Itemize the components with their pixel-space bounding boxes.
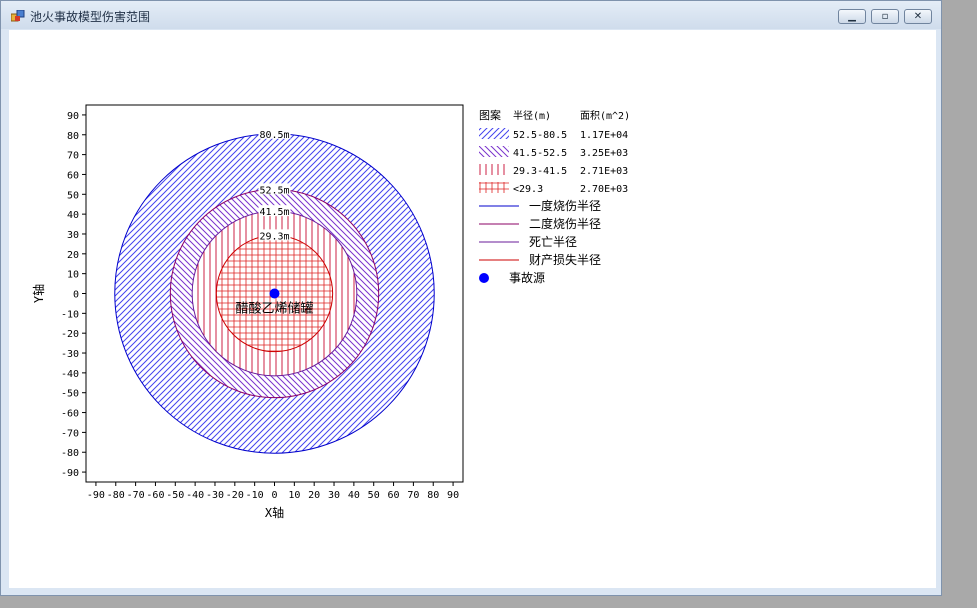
y-tick-label-5: 40	[67, 210, 79, 221]
x-tick-label-9: 0	[271, 490, 277, 501]
radius-label-1: 52.5m	[259, 185, 289, 196]
legend-area-3: 2.70E+03	[580, 184, 628, 195]
legend-swatch-2	[479, 164, 509, 175]
y-tick-label-3: 60	[67, 170, 79, 181]
x-tick-label-17: 80	[427, 490, 439, 501]
x-tick-label-14: 50	[368, 490, 380, 501]
radius-label-0: 80.5m	[259, 130, 289, 141]
close-button[interactable]: ✕	[904, 9, 932, 24]
title-bar[interactable]: 池火事故模型伤害范围 ▁ ▫ ✕	[1, 1, 941, 29]
x-tick-label-15: 60	[388, 490, 400, 501]
x-tick-label-1: -80	[107, 490, 125, 501]
x-tick-label-13: 40	[348, 490, 360, 501]
y-tick-label-14: -50	[61, 389, 79, 400]
legend-header-pattern: 图案	[479, 108, 501, 122]
legend-swatch-0	[479, 128, 509, 139]
app-icon	[11, 10, 25, 22]
x-tick-label-4: -50	[166, 490, 184, 501]
y-axis-title: Y轴	[31, 284, 46, 303]
window-title: 池火事故模型伤害范围	[30, 10, 151, 24]
y-tick-label-1: 80	[67, 131, 79, 142]
legend-area-1: 3.25E+03	[580, 148, 628, 159]
y-tick-label-18: -90	[61, 468, 79, 479]
legend-circle-label-1: 二度烧伤半径	[529, 216, 601, 231]
y-tick-label-9: 0	[73, 290, 79, 301]
x-tick-label-0: -90	[87, 490, 105, 501]
chart-panel: 80.5m 52.5m 41.5m 29.3m 醋酸乙烯储罐 -90 -80 -70 -60 -5…	[9, 30, 936, 588]
legend-source-label: 事故源	[509, 270, 545, 285]
y-tick-label-11: -20	[61, 329, 79, 340]
y-tick-label-13: -40	[61, 369, 79, 380]
x-tick-label-11: 20	[308, 490, 320, 501]
legend-range-3: <29.3	[513, 184, 543, 195]
legend-swatch-3	[479, 182, 509, 193]
x-axis-title: X轴	[265, 505, 284, 520]
legend-header-area: 面积(m^2)	[580, 110, 630, 122]
legend-source-marker	[479, 273, 489, 283]
radius-label-2: 41.5m	[259, 207, 289, 218]
y-tick-label-16: -70	[61, 428, 79, 439]
y-tick-label-2: 70	[67, 151, 79, 162]
x-tick-label-16: 70	[407, 490, 419, 501]
close-icon: ✕	[913, 11, 923, 22]
y-tick-label-6: 30	[67, 230, 79, 241]
y-tick-label-8: 10	[67, 270, 79, 281]
x-tick-label-10: 10	[288, 490, 300, 501]
maximize-button[interactable]: ▫	[871, 9, 899, 24]
radius-label-3: 29.3m	[259, 231, 289, 242]
legend-range-1: 41.5-52.5	[513, 148, 567, 159]
x-tick-label-18: 90	[447, 490, 459, 501]
legend-range-2: 29.3-41.5	[513, 166, 567, 177]
y-tick-label-4: 50	[67, 190, 79, 201]
damage-range-chart: 80.5m52.5m41.5m29.3m醋酸乙烯储罐-90 -80 -70 -60 -5…	[31, 104, 630, 520]
y-tick-label-0: 90	[67, 111, 79, 122]
source-label: 醋酸乙烯储罐	[235, 301, 313, 317]
legend-range-0: 52.5-80.5	[513, 130, 567, 141]
x-tick-label-2: -70	[127, 490, 145, 501]
legend-circle-label-0: 一度烧伤半径	[529, 198, 601, 213]
x-tick-label-6: -30	[206, 490, 224, 501]
x-tick-label-8: -10	[246, 490, 264, 501]
y-tick-label-10: -10	[61, 309, 79, 320]
minimize-button[interactable]: ▁	[838, 9, 866, 24]
y-tick-label-15: -60	[61, 409, 79, 420]
legend-area-0: 1.17E+04	[580, 130, 628, 141]
x-tick-label-5: -40	[186, 490, 204, 501]
maximize-icon: ▫	[881, 11, 889, 22]
legend-swatch-1	[479, 146, 509, 157]
legend-header-radius: 半径(m)	[513, 109, 551, 122]
y-tick-label-12: -30	[61, 349, 79, 360]
x-tick-label-12: 30	[328, 490, 340, 501]
x-tick-label-3: -60	[146, 490, 164, 501]
x-tick-label-7: -20	[226, 490, 244, 501]
legend-circle-label-3: 财产损失半径	[529, 252, 601, 267]
legend-area-2: 2.71E+03	[580, 166, 628, 177]
accident-source-point	[269, 288, 280, 299]
y-tick-label-17: -80	[61, 448, 79, 459]
y-tick-label-7: 20	[67, 250, 79, 261]
minimize-icon: ▁	[848, 11, 856, 22]
app-window: 池火事故模型伤害范围 ▁ ▫ ✕ 80.5m 52.5m 41.5m 29.3m 醋酸乙…	[0, 0, 942, 596]
legend-circle-label-2: 死亡半径	[529, 235, 577, 249]
